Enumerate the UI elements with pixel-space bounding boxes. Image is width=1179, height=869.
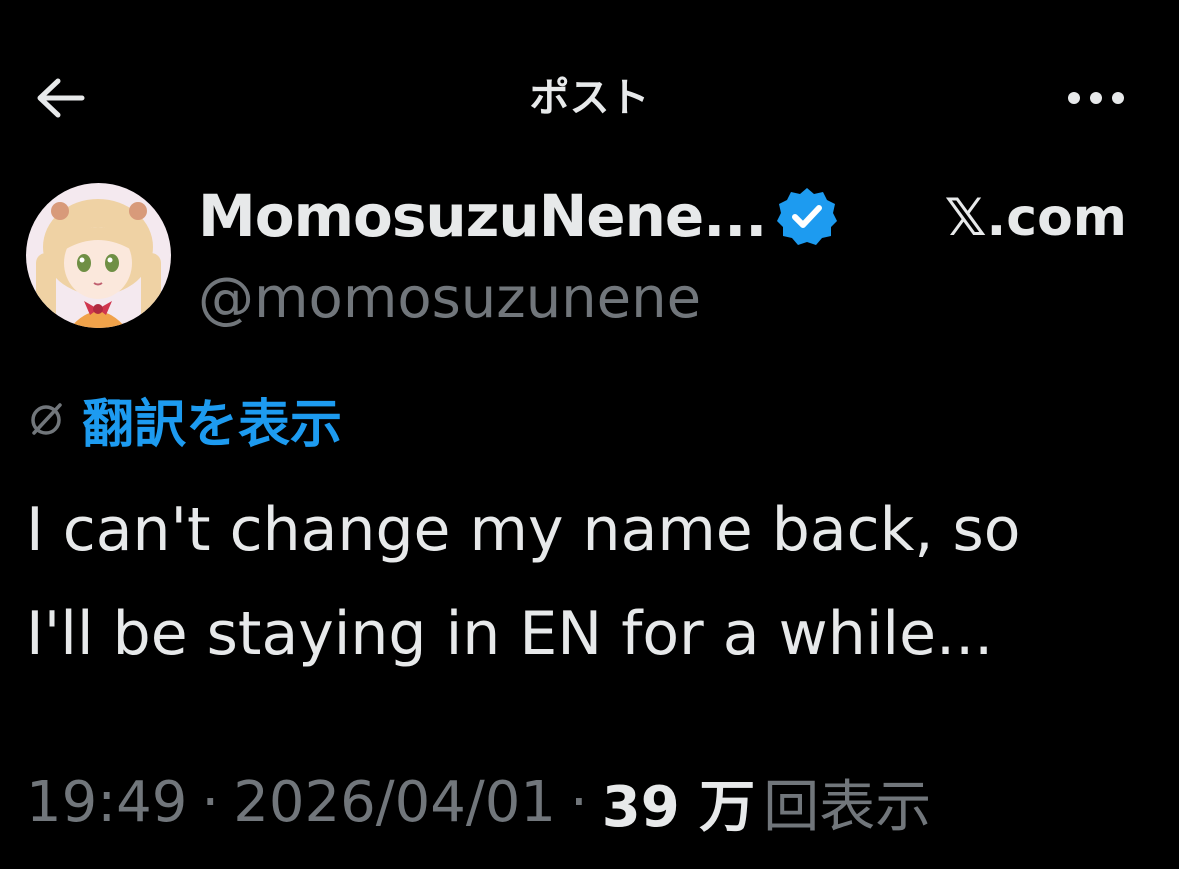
tweet-meta: 19:49 · 2026/04/01 · 39 万 回表示	[26, 766, 931, 840]
tweet-text: I can't change my name back, so I'll be …	[26, 478, 1146, 686]
views-count[interactable]: 39 万	[602, 762, 755, 843]
author-name-row: MomosuzuNene...	[198, 180, 838, 252]
source-label: 𝕏.com	[944, 188, 1127, 248]
separator-dot: ·	[201, 769, 220, 835]
separator-dot: ·	[569, 769, 588, 835]
user-handle[interactable]: @momosuzunene	[198, 266, 701, 331]
more-button[interactable]	[1060, 70, 1132, 126]
page-title: ポスト	[529, 75, 650, 121]
translate-button[interactable]: 翻訳を表示	[26, 385, 342, 455]
avatar[interactable]	[26, 183, 171, 328]
verified-badge-icon[interactable]	[776, 185, 838, 247]
avatar-image	[26, 183, 171, 328]
tweet-text-line: I'll be staying in EN for a while...	[26, 599, 994, 669]
translate-label: 翻訳を表示	[82, 394, 343, 455]
more-horizontal-icon	[1068, 92, 1124, 104]
tweet-text-line: I can't change my name back, so	[26, 495, 1021, 565]
views-label: 回表示	[763, 774, 932, 840]
post-date[interactable]: 2026/04/01	[233, 770, 556, 835]
display-name[interactable]: MomosuzuNene...	[198, 182, 767, 250]
post-time[interactable]: 19:49	[26, 770, 187, 835]
translate-globe-icon	[31, 403, 62, 435]
top-bar: ポスト	[0, 0, 1179, 190]
